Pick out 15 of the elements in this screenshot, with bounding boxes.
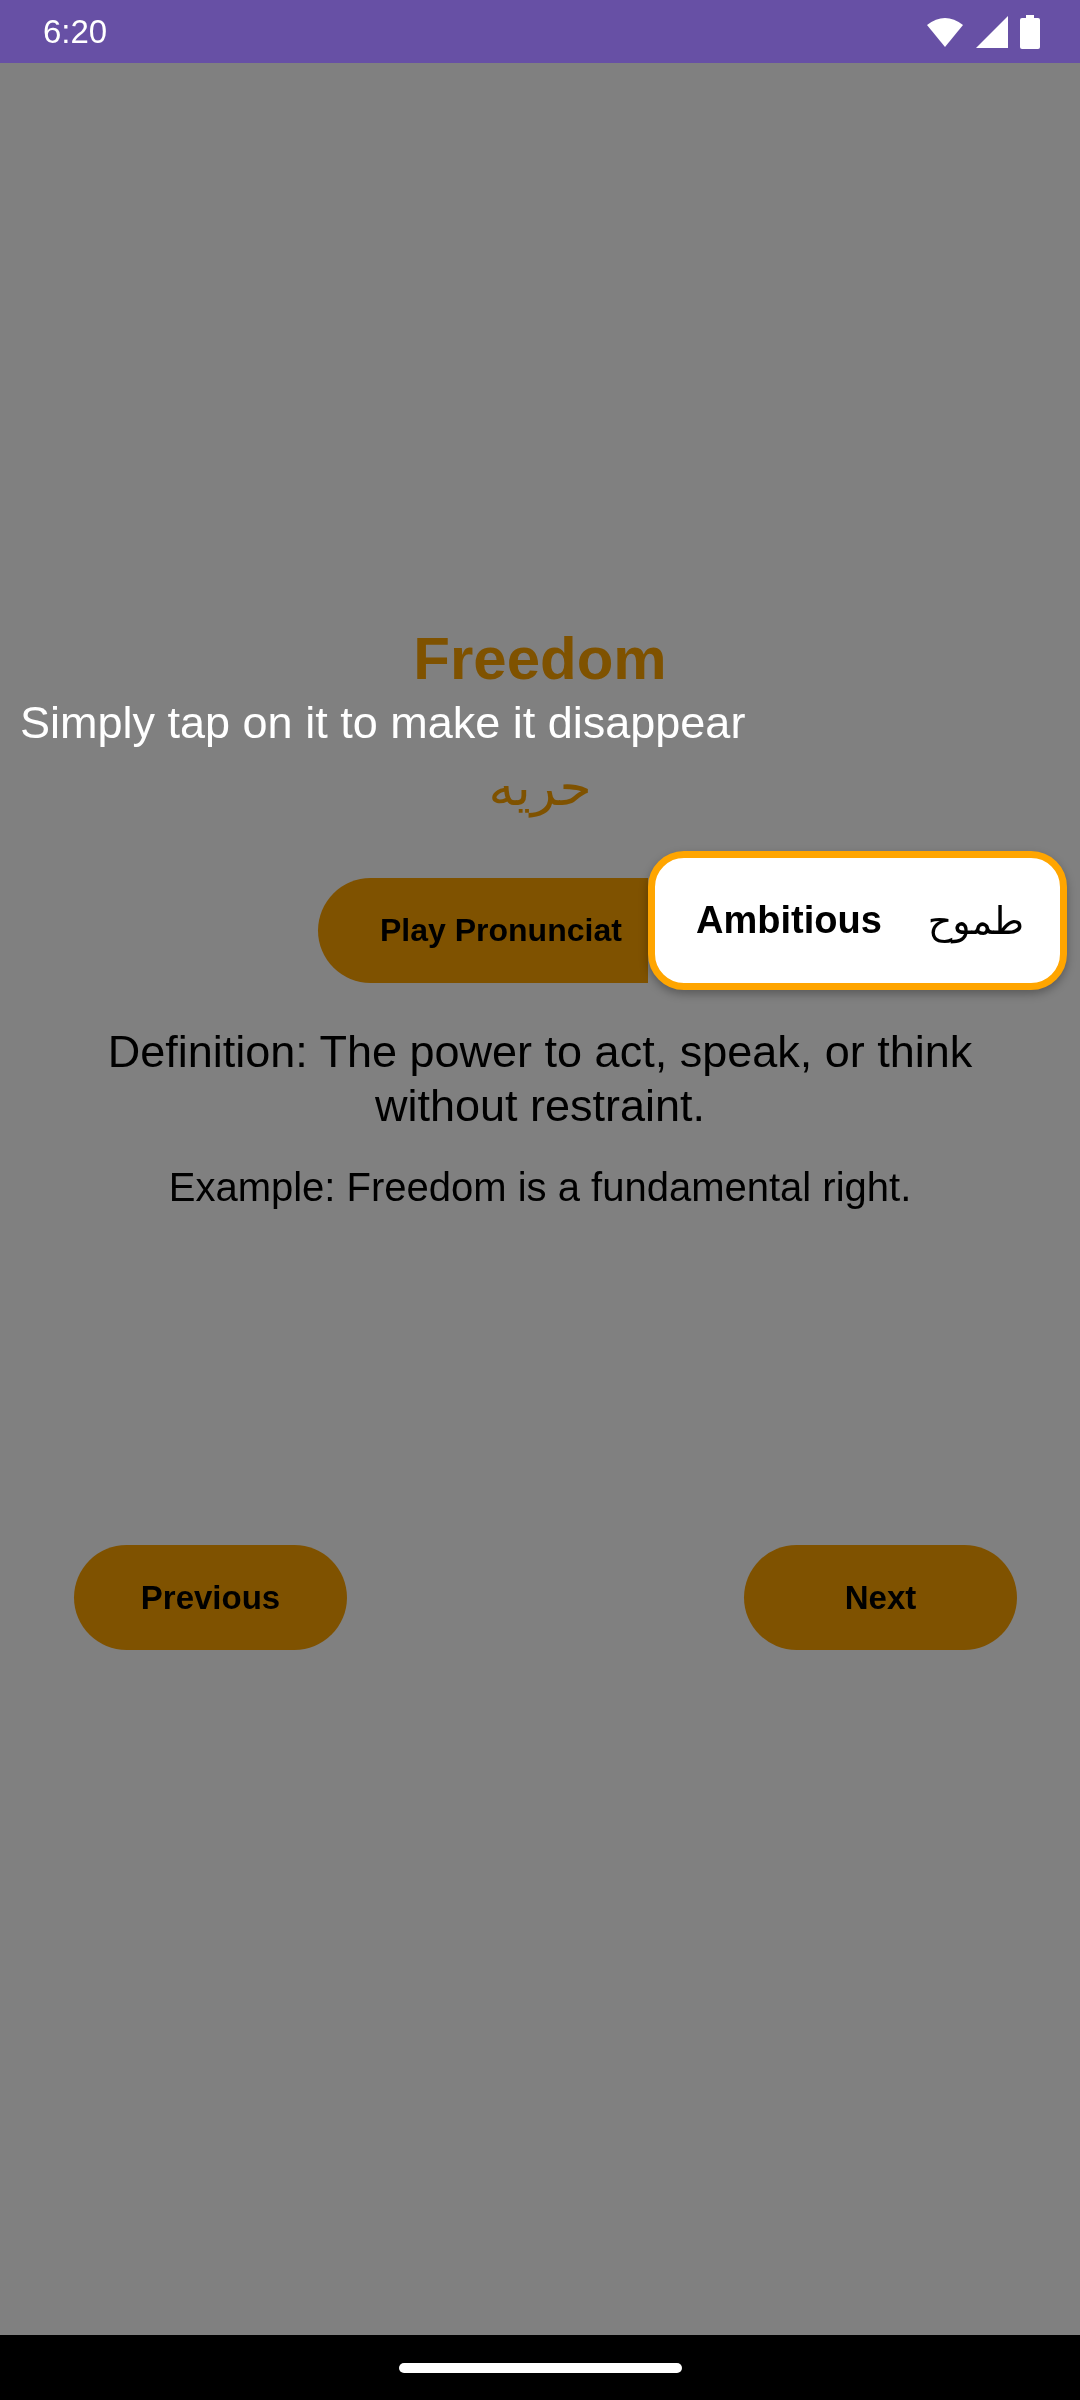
word-title: Freedom [413, 624, 667, 694]
play-pronunciation-button[interactable]: Play Pronunciat [318, 878, 648, 983]
battery-icon [1020, 14, 1040, 49]
word-translation: حريه [488, 757, 592, 817]
hint-text: Simply tap on it to make it disappear [20, 697, 746, 749]
previous-button[interactable]: Previous [74, 1545, 347, 1650]
signal-icon [976, 15, 1008, 48]
next-button[interactable]: Next [744, 1545, 1017, 1650]
definition-text: Definition: The power to act, speak, or think without restraint. [106, 1025, 974, 1133]
home-indicator[interactable] [398, 2362, 682, 2373]
wifi-icon [926, 15, 964, 48]
popup-word: Ambitious [696, 899, 882, 942]
popup-translation: طموح [927, 898, 1024, 943]
status-time: 6:20 [43, 12, 109, 51]
example-text: Example: Freedom is a fundamental right. [168, 1165, 912, 1210]
